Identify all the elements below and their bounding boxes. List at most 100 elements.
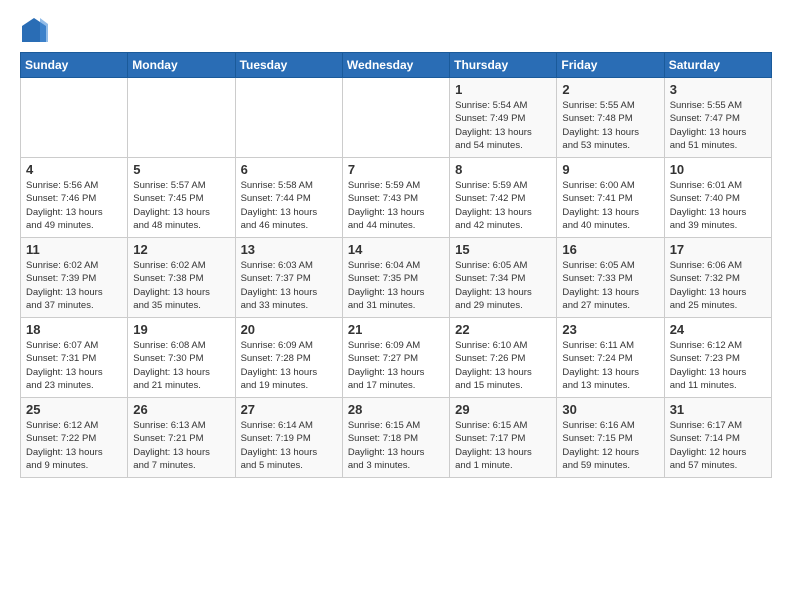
calendar-cell: 24Sunrise: 6:12 AMSunset: 7:23 PMDayligh… <box>664 318 771 398</box>
day-info: Sunrise: 6:16 AMSunset: 7:15 PMDaylight:… <box>562 419 658 472</box>
day-number: 31 <box>670 402 766 417</box>
day-info: Sunrise: 6:02 AMSunset: 7:39 PMDaylight:… <box>26 259 122 312</box>
calendar-cell: 23 Sunrise: 6:11 AMSunset: 7:24 PMDayligh… <box>557 318 664 398</box>
calendar-cell: 15 Sunrise: 6:05 AMSunset: 7:34 PMDayligh… <box>450 238 557 318</box>
day-header-sunday: Sunday <box>21 53 128 78</box>
day-number: 20 <box>241 322 337 337</box>
week-row: 1 Sunrise: 5:54 AMSunset: 7:49 PMDaylight… <box>21 78 772 158</box>
calendar-cell: 7 Sunrise: 5:59 AMSunset: 7:43 PMDaylight… <box>342 158 449 238</box>
day-number: 7 <box>348 162 444 177</box>
day-header-friday: Friday <box>557 53 664 78</box>
day-info: Sunrise: 6:11 AMSunset: 7:24 PMDaylight:… <box>562 339 658 392</box>
day-info: Sunrise: 5:59 AMSunset: 7:43 PMDaylight:… <box>348 179 444 232</box>
week-row: 11Sunrise: 6:02 AMSunset: 7:39 PMDayligh… <box>21 238 772 318</box>
day-number: 22 <box>455 322 551 337</box>
day-number: 26 <box>133 402 229 417</box>
day-info: Sunrise: 6:05 AMSunset: 7:34 PMDaylight:… <box>455 259 551 312</box>
calendar-cell: 16Sunrise: 6:05 AMSunset: 7:33 PMDayligh… <box>557 238 664 318</box>
day-info: Sunrise: 6:02 AMSunset: 7:38 PMDaylight:… <box>133 259 229 312</box>
day-info: Sunrise: 5:55 AMSunset: 7:47 PMDaylight:… <box>670 99 766 152</box>
day-number: 23 <box>562 322 658 337</box>
day-header-saturday: Saturday <box>664 53 771 78</box>
day-number: 25 <box>26 402 122 417</box>
calendar-cell: 10 Sunrise: 6:01 AMSunset: 7:40 PMDayligh… <box>664 158 771 238</box>
calendar-cell: 27Sunrise: 6:14 AMSunset: 7:19 PMDayligh… <box>235 398 342 478</box>
calendar-cell: 14 Sunrise: 6:04 AMSunset: 7:35 PMDayligh… <box>342 238 449 318</box>
calendar-cell: 20 Sunrise: 6:09 AMSunset: 7:28 PMDayligh… <box>235 318 342 398</box>
calendar-cell: 18 Sunrise: 6:07 AMSunset: 7:31 PMDayligh… <box>21 318 128 398</box>
calendar-cell: 9 Sunrise: 6:00 AMSunset: 7:41 PMDaylight… <box>557 158 664 238</box>
day-number: 17 <box>670 242 766 257</box>
calendar-cell <box>342 78 449 158</box>
day-header-wednesday: Wednesday <box>342 53 449 78</box>
day-number: 9 <box>562 162 658 177</box>
logo-icon <box>20 16 48 44</box>
day-number: 21 <box>348 322 444 337</box>
calendar-cell: 1 Sunrise: 5:54 AMSunset: 7:49 PMDaylight… <box>450 78 557 158</box>
day-info: Sunrise: 6:04 AMSunset: 7:35 PMDaylight:… <box>348 259 444 312</box>
calendar-cell: 26 Sunrise: 6:13 AMSunset: 7:21 PMDayligh… <box>128 398 235 478</box>
day-number: 10 <box>670 162 766 177</box>
day-info: Sunrise: 5:54 AMSunset: 7:49 PMDaylight:… <box>455 99 551 152</box>
calendar-cell: 12 Sunrise: 6:02 AMSunset: 7:38 PMDayligh… <box>128 238 235 318</box>
day-header-tuesday: Tuesday <box>235 53 342 78</box>
day-info: Sunrise: 5:57 AMSunset: 7:45 PMDaylight:… <box>133 179 229 232</box>
calendar-cell: 5 Sunrise: 5:57 AMSunset: 7:45 PMDaylight… <box>128 158 235 238</box>
day-info: Sunrise: 6:07 AMSunset: 7:31 PMDaylight:… <box>26 339 122 392</box>
day-info: Sunrise: 5:59 AMSunset: 7:42 PMDaylight:… <box>455 179 551 232</box>
day-number: 4 <box>26 162 122 177</box>
day-info: Sunrise: 6:08 AMSunset: 7:30 PMDaylight:… <box>133 339 229 392</box>
calendar-cell <box>235 78 342 158</box>
calendar-cell: 4 Sunrise: 5:56 AMSunset: 7:46 PMDaylight… <box>21 158 128 238</box>
calendar-cell <box>21 78 128 158</box>
calendar-cell: 13 Sunrise: 6:03 AMSunset: 7:37 PMDayligh… <box>235 238 342 318</box>
calendar-cell: 8 Sunrise: 5:59 AMSunset: 7:42 PMDaylight… <box>450 158 557 238</box>
calendar-table: SundayMondayTuesdayWednesdayThursdayFrid… <box>20 52 772 478</box>
week-row: 4 Sunrise: 5:56 AMSunset: 7:46 PMDaylight… <box>21 158 772 238</box>
calendar-cell: 30Sunrise: 6:16 AMSunset: 7:15 PMDayligh… <box>557 398 664 478</box>
day-number: 15 <box>455 242 551 257</box>
day-header-monday: Monday <box>128 53 235 78</box>
day-number: 18 <box>26 322 122 337</box>
day-info: Sunrise: 6:15 AMSunset: 7:18 PMDaylight:… <box>348 419 444 472</box>
calendar-cell: 25 Sunrise: 6:12 AMSunset: 7:22 PMDayligh… <box>21 398 128 478</box>
day-info: Sunrise: 6:15 AMSunset: 7:17 PMDaylight:… <box>455 419 551 472</box>
day-info: Sunrise: 6:01 AMSunset: 7:40 PMDaylight:… <box>670 179 766 232</box>
calendar-cell: 17 Sunrise: 6:06 AMSunset: 7:32 PMDayligh… <box>664 238 771 318</box>
day-number: 12 <box>133 242 229 257</box>
calendar-cell: 6Sunrise: 5:58 AMSunset: 7:44 PMDaylight… <box>235 158 342 238</box>
day-info: Sunrise: 6:13 AMSunset: 7:21 PMDaylight:… <box>133 419 229 472</box>
day-number: 24 <box>670 322 766 337</box>
day-info: Sunrise: 6:12 AMSunset: 7:22 PMDaylight:… <box>26 419 122 472</box>
day-number: 5 <box>133 162 229 177</box>
week-row: 25 Sunrise: 6:12 AMSunset: 7:22 PMDayligh… <box>21 398 772 478</box>
day-info: Sunrise: 6:09 AMSunset: 7:28 PMDaylight:… <box>241 339 337 392</box>
calendar-cell: 29 Sunrise: 6:15 AMSunset: 7:17 PMDayligh… <box>450 398 557 478</box>
day-info: Sunrise: 6:06 AMSunset: 7:32 PMDaylight:… <box>670 259 766 312</box>
calendar-cell: 2 Sunrise: 5:55 AMSunset: 7:48 PMDaylight… <box>557 78 664 158</box>
day-number: 19 <box>133 322 229 337</box>
logo <box>20 16 54 44</box>
day-number: 3 <box>670 82 766 97</box>
day-info: Sunrise: 6:09 AMSunset: 7:27 PMDaylight:… <box>348 339 444 392</box>
day-info: Sunrise: 5:56 AMSunset: 7:46 PMDaylight:… <box>26 179 122 232</box>
day-number: 6 <box>241 162 337 177</box>
day-number: 1 <box>455 82 551 97</box>
header-row: SundayMondayTuesdayWednesdayThursdayFrid… <box>21 53 772 78</box>
day-info: Sunrise: 6:00 AMSunset: 7:41 PMDaylight:… <box>562 179 658 232</box>
page-header <box>20 16 772 44</box>
day-number: 8 <box>455 162 551 177</box>
calendar-cell: 21 Sunrise: 6:09 AMSunset: 7:27 PMDayligh… <box>342 318 449 398</box>
calendar-cell: 19 Sunrise: 6:08 AMSunset: 7:30 PMDayligh… <box>128 318 235 398</box>
day-number: 2 <box>562 82 658 97</box>
day-number: 13 <box>241 242 337 257</box>
day-info: Sunrise: 6:17 AMSunset: 7:14 PMDaylight:… <box>670 419 766 472</box>
day-info: Sunrise: 5:55 AMSunset: 7:48 PMDaylight:… <box>562 99 658 152</box>
day-info: Sunrise: 6:03 AMSunset: 7:37 PMDaylight:… <box>241 259 337 312</box>
day-number: 27 <box>241 402 337 417</box>
calendar-cell: 28Sunrise: 6:15 AMSunset: 7:18 PMDayligh… <box>342 398 449 478</box>
calendar-cell <box>128 78 235 158</box>
day-header-thursday: Thursday <box>450 53 557 78</box>
day-number: 14 <box>348 242 444 257</box>
day-number: 29 <box>455 402 551 417</box>
